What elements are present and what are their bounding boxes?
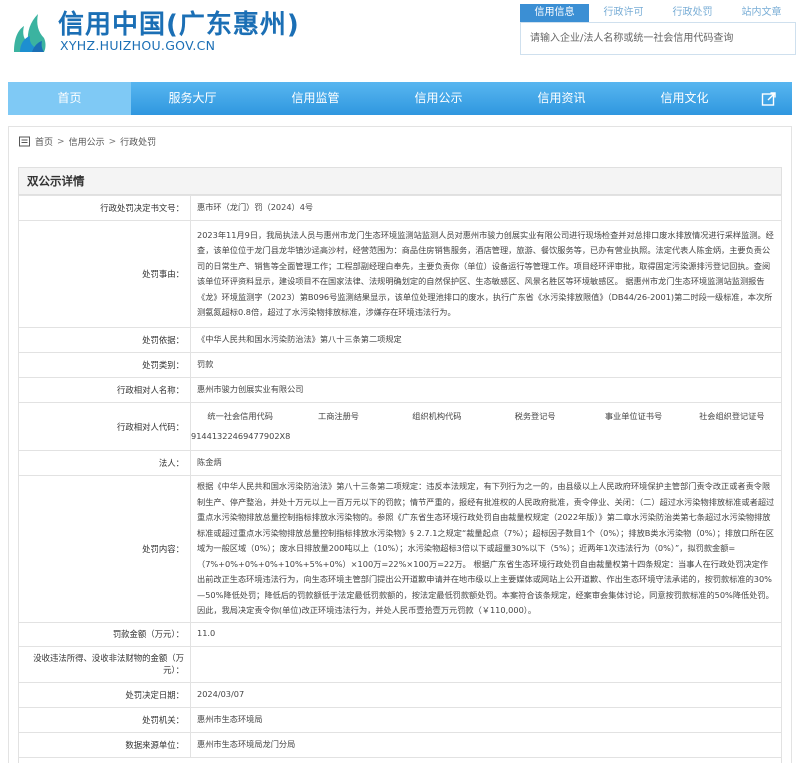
authority-label: 处罚机关： <box>18 706 191 733</box>
site-title[interactable]: 信用中国(广东惠州) <box>58 4 300 41</box>
breadcrumb: 首页 > 信用公示 > 行政处罚 <box>19 135 156 148</box>
site-domain: XYHZ.HUIZHOU.GOV.CN <box>60 38 216 53</box>
code-value-row: 91441322469477902X8 <box>191 427 781 447</box>
nav-credit-publicity[interactable]: 信用公示 <box>377 82 500 115</box>
row-party: 行政相对人名称： 惠州市骏力创展实业有限公司 <box>18 377 782 403</box>
confiscate-label: 没收违法所得、没收非法财物的金额（万元）： <box>18 645 191 683</box>
party-value: 惠州市骏力创展实业有限公司 <box>190 377 782 403</box>
source-label: 数据来源单位： <box>18 731 191 758</box>
code-value-uscc: 91441322469477902X8 <box>191 430 291 441</box>
nav-credit-culture[interactable]: 信用文化 <box>623 82 746 115</box>
search-tabs: 信用信息 行政许可 行政处罚 站内文章 <box>520 4 796 22</box>
doc-no-value: 惠市环（龙门）罚（2024）4号 <box>190 195 782 221</box>
breadcrumb-separator: > <box>57 136 65 147</box>
row-reason: 处罚事由： 2023年11月9日，我局执法人员与惠州市龙门生态环境监测站监测人员… <box>18 220 782 328</box>
row-basis: 处罚依据： 《中华人民共和国水污染防治法》第八十三条第二项规定 <box>18 327 782 353</box>
row-content: 处罚内容： 根据《中华人民共和国水污染防治法》第八十三条第二项规定：违反本法规定… <box>18 475 782 623</box>
search-tab-admin-penalty[interactable]: 行政处罚 <box>658 4 727 22</box>
nav-home[interactable]: 首页 <box>8 82 131 115</box>
code-header-row: 统一社会信用代码 工商注册号 组织机构代码 税务登记号 事业单位证书号 社会组织… <box>191 407 781 427</box>
date-label: 处罚决定日期： <box>18 681 191 708</box>
code-value-social-org <box>683 427 781 447</box>
basis-value: 《中华人民共和国水污染防治法》第八十三条第二项规定 <box>190 327 782 353</box>
search-tab-admin-license[interactable]: 行政许可 <box>589 4 658 22</box>
nav-credit-supervision[interactable]: 信用监管 <box>254 82 377 115</box>
basis-label: 处罚依据： <box>18 327 191 353</box>
legal-label: 法人： <box>18 450 191 476</box>
code-table: 统一社会信用代码 工商注册号 组织机构代码 税务登记号 事业单位证书号 社会组织… <box>191 407 781 447</box>
confiscate-value <box>190 645 782 683</box>
detail-title: 双公示详情 <box>19 168 781 195</box>
row-code: 行政相对人代码： 统一社会信用代码 工商注册号 组织机构代码 税务登记号 事业单… <box>18 402 782 451</box>
code-header-tax-reg: 税务登记号 <box>514 410 556 421</box>
code-header-org-code: 组织机构代码 <box>412 410 462 421</box>
row-fine: 罚款金额（万元）： 11.0 <box>18 621 782 647</box>
code-value-biz-reg <box>289 427 387 447</box>
authority-value: 惠州市生态环境局 <box>190 706 782 733</box>
row-confiscate: 没收违法所得、没收非法财物的金额（万元）： <box>18 645 782 683</box>
code-value-org-code <box>388 427 486 447</box>
code-header-biz-reg: 工商注册号 <box>318 410 359 421</box>
party-label: 行政相对人名称： <box>18 377 191 403</box>
breadcrumb-credit-publicity[interactable]: 信用公示 <box>69 135 105 148</box>
category-label: 处罚类别： <box>18 352 191 378</box>
row-source: 数据来源单位： 惠州市生态环境局龙门分局 <box>18 731 782 758</box>
code-label: 行政相对人代码： <box>18 402 191 451</box>
reason-label: 处罚事由： <box>18 220 191 328</box>
external-link-icon <box>761 91 776 106</box>
search-tab-credit-info[interactable]: 信用信息 <box>520 4 589 22</box>
doc-no-label: 行政处罚决定书文号： <box>18 195 191 221</box>
fine-label: 罚款金额（万元）： <box>18 621 191 647</box>
content-value: 根据《中华人民共和国水污染防治法》第八十三条第二项规定：违反本法规定，有下列行为… <box>190 475 782 623</box>
row-category: 处罚类别： 罚款 <box>18 352 782 378</box>
row-doc-no: 行政处罚决定书文号： 惠市环（龙门）罚（2024）4号 <box>18 195 782 221</box>
home-icon <box>19 136 30 147</box>
date-value: 2024/03/07 <box>190 681 782 708</box>
site-header: 信用中国(广东惠州) XYHZ.HUIZHOU.GOV.CN 信用信息 行政许可… <box>0 0 800 76</box>
row-authority: 处罚机关： 惠州市生态环境局 <box>18 706 782 733</box>
breadcrumb-home[interactable]: 首页 <box>35 135 53 148</box>
search-box <box>520 22 796 55</box>
category-value: 罚款 <box>190 352 782 378</box>
nav-credit-news[interactable]: 信用资讯 <box>500 82 623 115</box>
nav-service-hall[interactable]: 服务大厅 <box>131 82 254 115</box>
code-value-cell: 统一社会信用代码 工商注册号 组织机构代码 税务登记号 事业单位证书号 社会组织… <box>190 402 782 451</box>
code-value-institution-cert <box>584 427 682 447</box>
search-input[interactable] <box>521 23 795 54</box>
source-value: 惠州市生态环境局龙门分局 <box>190 731 782 758</box>
detail-panel: 双公示详情 行政处罚决定书文号： 惠市环（龙门）罚（2024）4号 处罚事由： … <box>18 167 782 763</box>
breadcrumb-admin-penalty[interactable]: 行政处罚 <box>120 135 156 148</box>
code-header-institution-cert: 事业单位证书号 <box>604 410 663 421</box>
legal-value: 陈金炳 <box>190 450 782 476</box>
row-legal: 法人： 陈金炳 <box>18 450 782 476</box>
fine-value: 11.0 <box>190 621 782 647</box>
content-label: 处罚内容： <box>18 475 191 623</box>
share-button[interactable] <box>746 82 792 115</box>
breadcrumb-separator: > <box>108 136 117 147</box>
row-date: 处罚决定日期： 2024/03/07 <box>18 681 782 708</box>
site-logo-icon[interactable] <box>10 8 50 54</box>
reason-value: 2023年11月9日，我局执法人员与惠州市龙门生态环境监测站监测人员对惠州市骏力… <box>190 220 782 328</box>
code-header-uscc: 统一社会信用代码 <box>207 410 273 421</box>
code-value-tax-reg <box>486 427 584 447</box>
detail-table: 行政处罚决定书文号： 惠市环（龙门）罚（2024）4号 处罚事由： 2023年1… <box>18 195 782 758</box>
search-tab-site-articles[interactable]: 站内文章 <box>727 4 796 22</box>
code-header-social-org: 社会组织登记证号 <box>699 410 765 421</box>
main-nav: 首页 服务大厅 信用监管 信用公示 信用资讯 信用文化 <box>8 82 792 115</box>
